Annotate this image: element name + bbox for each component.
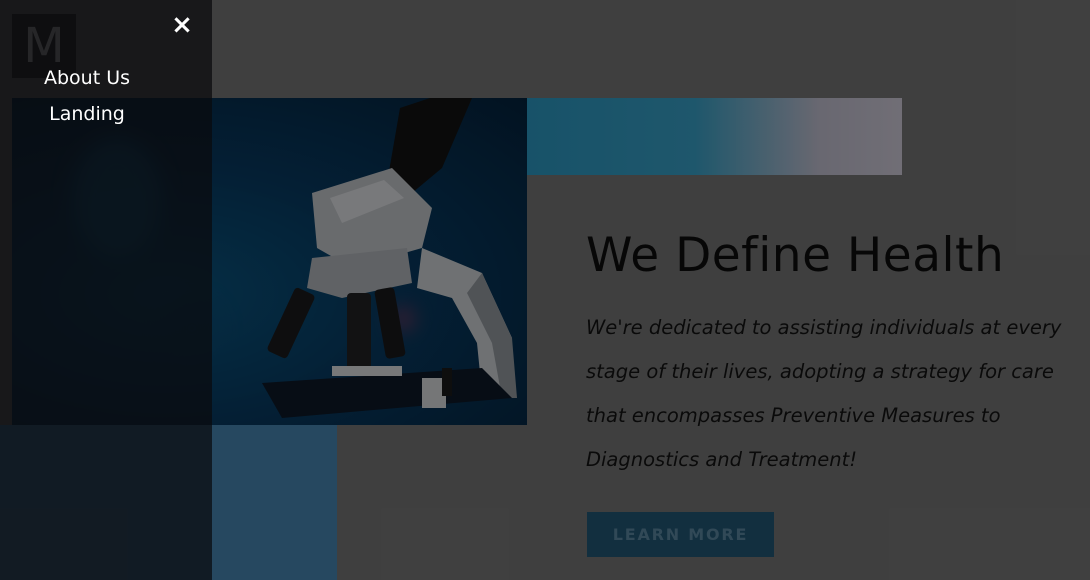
nav-item-about-us: About Us <box>0 62 174 98</box>
nav-link-about-us[interactable]: About Us <box>44 67 130 89</box>
side-drawer: × About Us Landing <box>0 0 212 580</box>
nav-link-landing[interactable]: Landing <box>49 103 125 125</box>
nav-item-landing: Landing <box>0 98 174 134</box>
close-icon[interactable]: × <box>167 10 197 40</box>
drawer-nav: About Us Landing <box>0 62 174 134</box>
